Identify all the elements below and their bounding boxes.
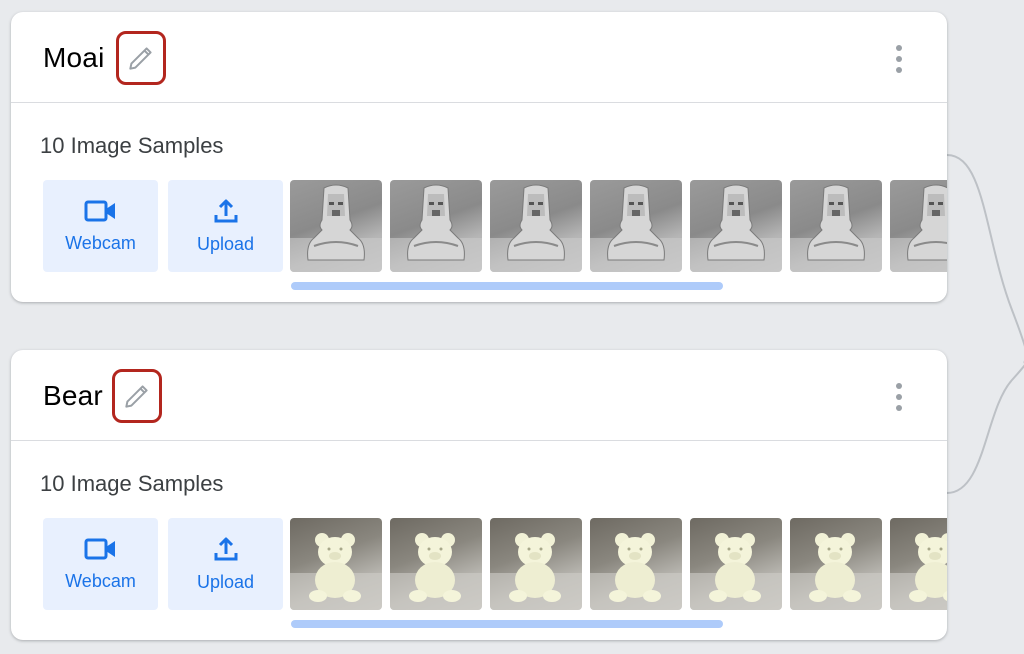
sample-thumbnail[interactable] (490, 180, 582, 272)
upload-button[interactable]: Upload (168, 180, 283, 272)
webcam-button[interactable]: Webcam (43, 180, 158, 272)
sample-thumbnail[interactable] (290, 180, 382, 272)
more-vert-icon[interactable] (889, 45, 909, 73)
upload-button-label: Upload (196, 571, 255, 592)
class-name[interactable]: Moai (43, 42, 105, 74)
webcam-button-label: Webcam (65, 232, 136, 253)
sample-thumbnail[interactable] (790, 518, 882, 610)
class-card-moai: Moai 10 Image Samples Webcam Upload (11, 12, 947, 302)
class-card-body: 10 Image Samples Webcam Upload (11, 441, 947, 640)
sample-thumbnail[interactable] (390, 518, 482, 610)
sample-thumbnail[interactable] (490, 518, 582, 610)
edit-class-name-button[interactable] (112, 369, 162, 423)
webcam-button[interactable]: Webcam (43, 518, 158, 610)
upload-button-label: Upload (196, 233, 255, 254)
upload-icon (214, 537, 237, 560)
class-name[interactable]: Bear (43, 380, 103, 412)
upload-button[interactable]: Upload (168, 518, 283, 610)
class-card-bear: Bear 10 Image Samples Webcam Upload (11, 350, 947, 640)
sample-thumbnail[interactable] (890, 180, 947, 272)
upload-icon (214, 199, 237, 222)
videocam-icon (84, 538, 115, 559)
class-card-header: Bear (11, 350, 947, 441)
pencil-icon (129, 47, 152, 70)
webcam-button-label: Webcam (65, 570, 136, 591)
videocam-icon (84, 200, 115, 221)
sample-thumbnail[interactable] (590, 518, 682, 610)
class-card-header: Moai (11, 12, 947, 103)
thumbnail-scrollbar[interactable] (291, 620, 723, 628)
sample-thumbnail-strip[interactable] (290, 518, 947, 610)
class-card-body: 10 Image Samples Webcam Upload (11, 103, 947, 302)
thumbnail-scrollbar[interactable] (291, 282, 723, 290)
sample-thumbnail[interactable] (890, 518, 947, 610)
image-samples-count: 10 Image Samples (40, 133, 224, 158)
sample-thumbnail-strip[interactable] (290, 180, 947, 272)
pencil-icon (125, 385, 148, 408)
sample-thumbnail[interactable] (290, 518, 382, 610)
sample-thumbnail[interactable] (390, 180, 482, 272)
sample-thumbnail[interactable] (590, 180, 682, 272)
sample-thumbnail[interactable] (690, 180, 782, 272)
sample-thumbnail[interactable] (790, 180, 882, 272)
sample-thumbnail[interactable] (690, 518, 782, 610)
image-samples-count: 10 Image Samples (40, 471, 224, 496)
more-vert-icon[interactable] (889, 383, 909, 411)
edit-class-name-button[interactable] (116, 31, 166, 85)
